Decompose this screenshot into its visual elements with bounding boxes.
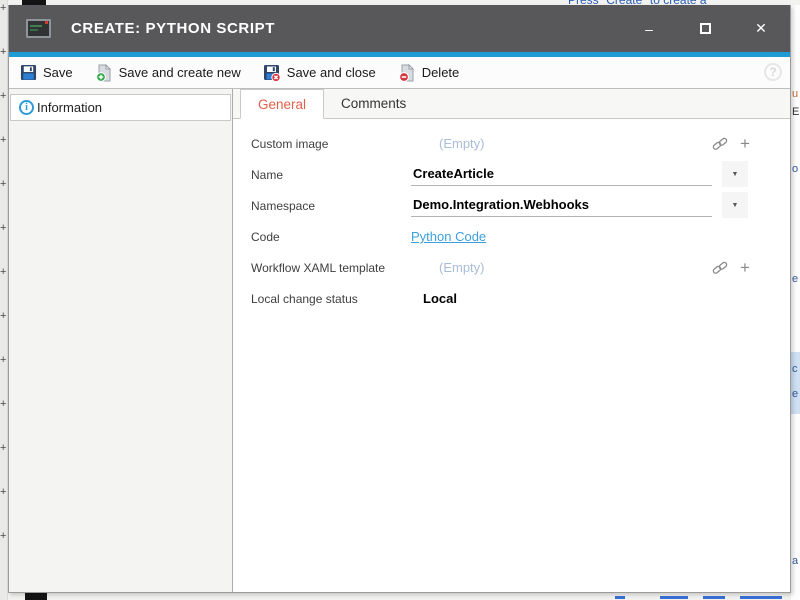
field-label: Local change status	[251, 292, 358, 306]
information-header[interactable]: i Information	[10, 94, 231, 121]
create-python-script-dialog: CREATE: PYTHON SCRIPT – ✕ Save Sa	[8, 5, 791, 593]
save-close-icon	[263, 64, 281, 82]
link-icon[interactable]	[712, 260, 728, 276]
tab-strip: General Comments	[233, 89, 790, 119]
tree-expander: +	[0, 0, 6, 44]
field-label: Workflow XAML template	[251, 261, 385, 275]
form-row-code: Code Python Code	[233, 221, 790, 252]
dialog-toolbar: Save Save and create new Save and close	[9, 57, 790, 89]
background-tree-expanders: + + + + + + + + + + + + +	[0, 0, 8, 600]
tree-expander: +	[0, 352, 6, 396]
general-tab-content: Custom image (Empty) + Name	[233, 119, 790, 592]
background-letter: e	[792, 388, 798, 400]
tree-expander: +	[0, 88, 6, 132]
link-icon[interactable]	[712, 136, 728, 152]
background-right-edge: u E o e c e a	[791, 5, 800, 600]
save-label: Save	[43, 65, 73, 80]
field-label: Code	[251, 230, 280, 244]
form-row-local-change-status: Local change status Local	[233, 283, 790, 314]
tree-expander: +	[0, 484, 6, 528]
field-label: Custom image	[251, 137, 328, 151]
details-panel: General Comments Custom image (Empty)	[233, 89, 790, 592]
field-label: Name	[251, 168, 283, 182]
local-change-status-value: Local	[411, 291, 712, 306]
save-and-close-label: Save and close	[287, 65, 376, 80]
background-letter: u	[792, 88, 798, 100]
delete-icon	[398, 64, 416, 82]
console-window-icon	[26, 19, 51, 38]
background-artifact	[25, 593, 47, 600]
dialog-titlebar[interactable]: CREATE: PYTHON SCRIPT – ✕	[9, 5, 790, 52]
field-label: Namespace	[251, 199, 315, 213]
background-letter: c	[792, 363, 798, 375]
tree-expander: +	[0, 44, 6, 88]
python-code-link[interactable]: Python Code	[411, 229, 486, 244]
background-letter: o	[792, 163, 798, 175]
save-and-create-new-label: Save and create new	[119, 65, 241, 80]
tree-expander: +	[0, 528, 6, 572]
save-and-close-button[interactable]: Save and close	[252, 57, 387, 88]
save-and-create-new-button[interactable]: Save and create new	[84, 57, 252, 88]
custom-image-value[interactable]: (Empty)	[411, 136, 712, 151]
delete-label: Delete	[422, 65, 460, 80]
information-label: Information	[37, 100, 102, 115]
minimize-button[interactable]: –	[634, 14, 664, 44]
save-new-icon	[95, 64, 113, 82]
background-selection-highlight	[791, 352, 800, 414]
tree-expander: +	[0, 396, 6, 440]
background-partial-text	[615, 596, 795, 600]
save-icon	[20, 64, 37, 81]
tree-expander: +	[0, 440, 6, 484]
add-icon[interactable]: +	[740, 261, 750, 275]
form-row-namespace: Namespace Demo.Integration.Webhooks ▼	[233, 190, 790, 221]
tree-expander: +	[0, 308, 6, 352]
tab-general[interactable]: General	[240, 89, 324, 119]
tab-comments[interactable]: Comments	[324, 88, 423, 118]
info-icon: i	[19, 100, 34, 115]
form-row-workflow-xaml: Workflow XAML template (Empty) +	[233, 252, 790, 283]
dialog-title: CREATE: PYTHON SCRIPT	[71, 20, 275, 37]
tree-expander: +	[0, 176, 6, 220]
tree-expander: +	[0, 220, 6, 264]
information-panel: i Information	[9, 89, 233, 592]
form-row-custom-image: Custom image (Empty) +	[233, 128, 790, 159]
close-button[interactable]: ✕	[746, 14, 776, 44]
save-button[interactable]: Save	[9, 57, 84, 88]
name-input[interactable]: CreateArticle	[411, 163, 712, 186]
help-icon[interactable]: ?	[764, 63, 782, 81]
maximize-button[interactable]	[690, 14, 720, 44]
add-icon[interactable]: +	[740, 137, 750, 151]
delete-button[interactable]: Delete	[387, 57, 471, 88]
workflow-xaml-value[interactable]: (Empty)	[411, 260, 712, 275]
background-letter: e	[792, 273, 798, 285]
form-row-name: Name CreateArticle ▼	[233, 159, 790, 190]
background-letter: E	[792, 106, 799, 118]
tree-expander: +	[0, 264, 6, 308]
tree-expander: +	[0, 132, 6, 176]
namespace-dropdown-button[interactable]: ▼	[722, 192, 748, 218]
name-dropdown-button[interactable]: ▼	[722, 161, 748, 187]
background-letter: a	[792, 555, 798, 567]
namespace-input[interactable]: Demo.Integration.Webhooks	[411, 194, 712, 217]
